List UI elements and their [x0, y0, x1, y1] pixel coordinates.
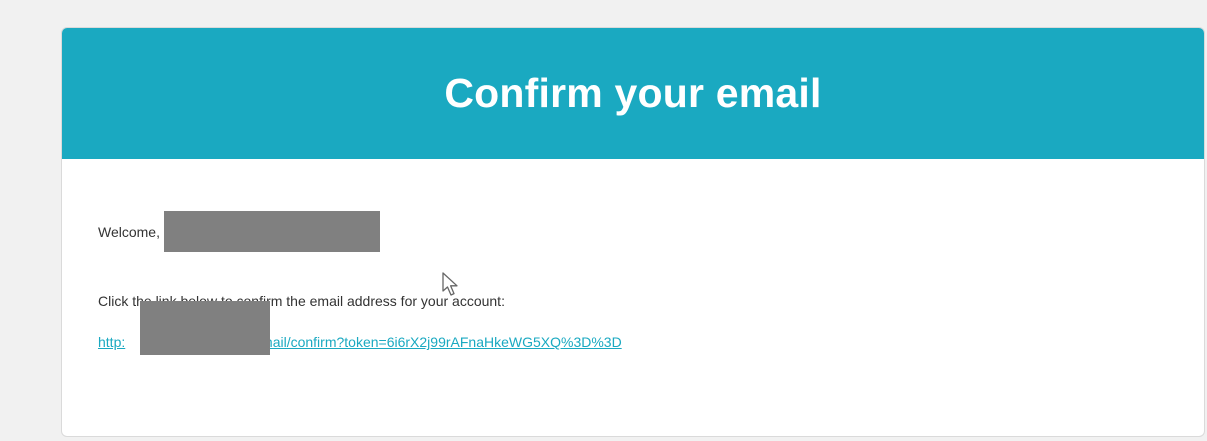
- mouse-pointer-icon: [442, 272, 458, 296]
- confirm-link-prefix: http:: [98, 334, 126, 350]
- welcome-text: Welcome,: [98, 223, 160, 240]
- email-card: Confirm your email Welcome, Click the li…: [61, 27, 1205, 437]
- redacted-domain: [140, 301, 270, 355]
- email-header: Confirm your email: [62, 28, 1204, 159]
- welcome-line: Welcome,: [98, 211, 380, 252]
- email-title: Confirm your email: [444, 70, 822, 116]
- email-body: Welcome, Click the link below to confirm…: [62, 159, 1204, 436]
- confirm-link-suffix: email/confirm?token=6i6rX2j99rAFnaHkeWG5…: [253, 334, 622, 350]
- redacted-username: [163, 211, 380, 252]
